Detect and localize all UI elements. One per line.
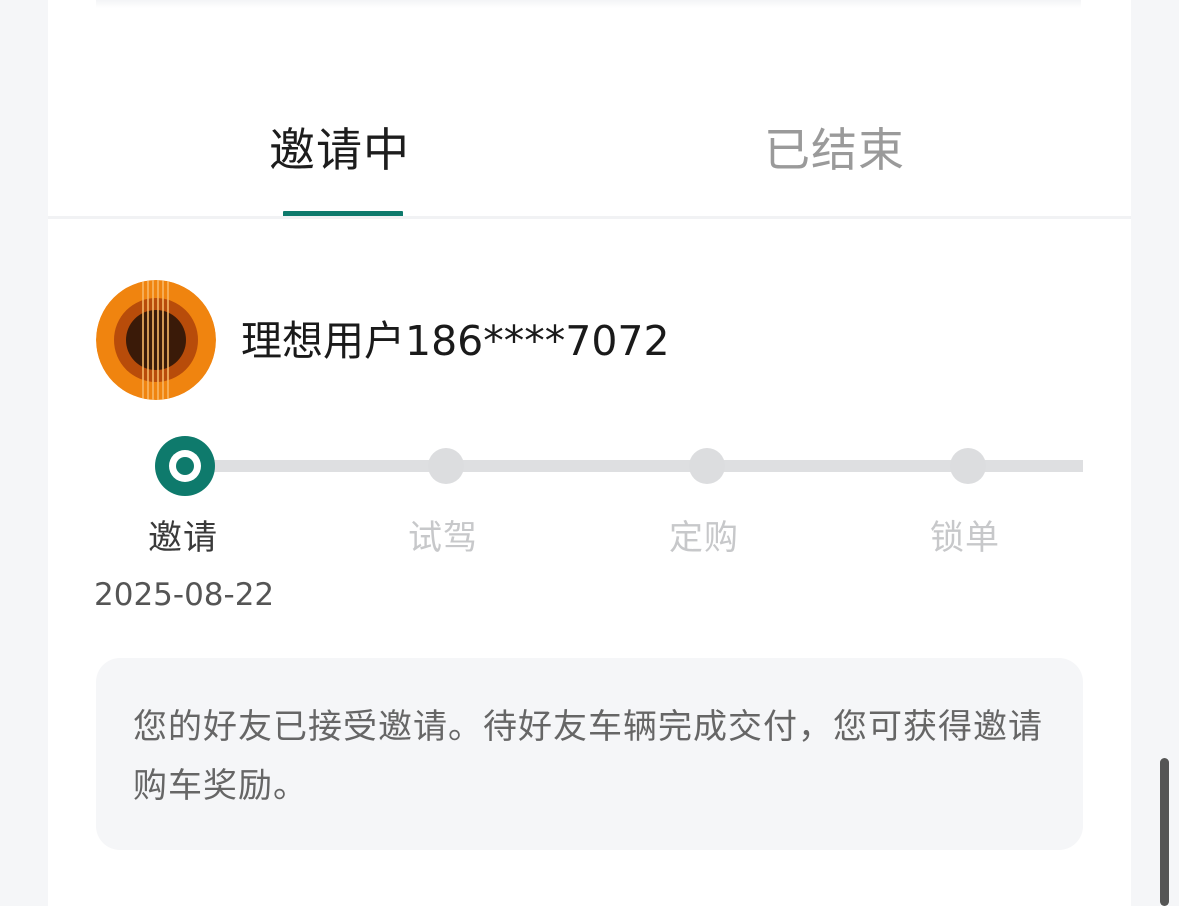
step-label-order: 定购 <box>669 518 739 558</box>
step-label-lock: 锁单 <box>930 518 1000 558</box>
step-label-invite: 邀请 <box>148 518 218 558</box>
page: 邀请中 已结束 理想用户186****7072 邀请 试驾 定购 锁单 2025… <box>0 0 1179 906</box>
notice-box: 您的好友已接受邀请。待好友车辆完成交付，您可获得邀请购车奖励。 <box>96 658 1083 850</box>
invitee-name: 理想用户186****7072 <box>241 317 670 365</box>
progress-track <box>185 460 1083 472</box>
tab-divider <box>48 216 1131 219</box>
step-order-dot <box>689 448 725 484</box>
guitar-avatar-icon <box>96 280 216 400</box>
avatar <box>96 280 216 400</box>
step-date: 2025-08-22 <box>94 577 275 613</box>
tab-ended[interactable]: 已结束 <box>764 118 905 182</box>
step-label-test-drive: 试驾 <box>408 518 478 558</box>
top-fade <box>96 0 1081 8</box>
step-test-drive-dot <box>428 448 464 484</box>
step-invite-dot <box>155 436 215 496</box>
scrollbar[interactable] <box>1160 758 1169 906</box>
step-lock-dot <box>950 448 986 484</box>
tab-inviting[interactable]: 邀请中 <box>269 118 410 182</box>
notice-text: 您的好友已接受邀请。待好友车辆完成交付，您可获得邀请购车奖励。 <box>133 707 1043 806</box>
